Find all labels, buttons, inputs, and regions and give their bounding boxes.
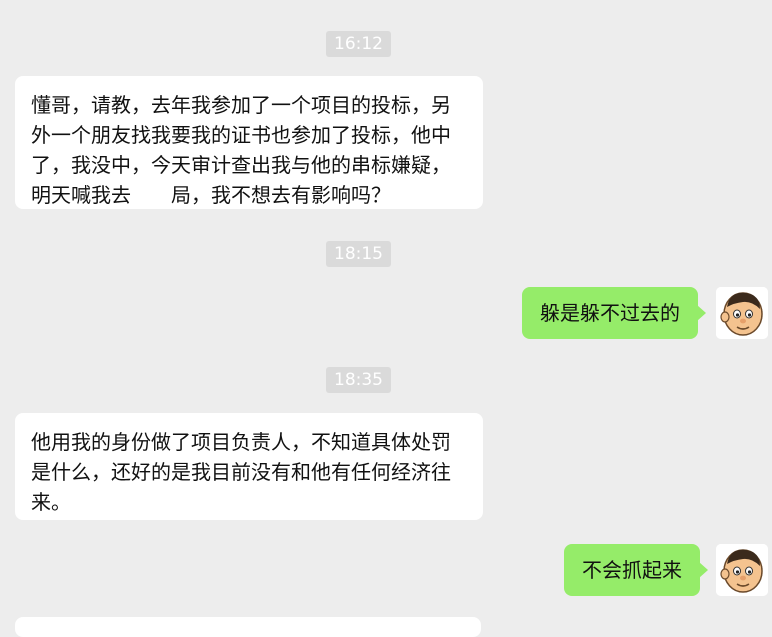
outgoing-message-bubble[interactable]: 不会抓起来: [564, 544, 708, 596]
message-text: 躲是躲不过去的: [540, 301, 680, 325]
message-text-continued: 局，我不想去有影响吗？: [171, 183, 391, 207]
incoming-message-bubble[interactable]: 懂哥，请教，去年我参加了一个项目的投标，另外一个朋友找我要我的证书也参加了投标，…: [15, 76, 483, 209]
outgoing-message-bubble[interactable]: 躲是躲不过去的: [522, 287, 706, 339]
redaction-mask: [131, 185, 171, 208]
cartoon-boy-avatar-icon[interactable]: [716, 544, 768, 596]
partial-incoming-message-bubble: [15, 617, 481, 637]
cartoon-boy-avatar-icon[interactable]: [716, 287, 768, 339]
incoming-message-bubble[interactable]: 他用我的身份做了项目负责人，不知道具体处罚是什么，还好的是我目前没有和他有任何经…: [15, 413, 483, 520]
timestamp: 18:15: [326, 241, 391, 267]
message-text: 他用我的身份做了项目负责人，不知道具体处罚是什么，还好的是我目前没有和他有任何经…: [31, 430, 451, 514]
timestamp: 18:35: [326, 367, 391, 393]
timestamp: 16:12: [326, 31, 391, 57]
message-text: 不会抓起来: [582, 558, 682, 582]
